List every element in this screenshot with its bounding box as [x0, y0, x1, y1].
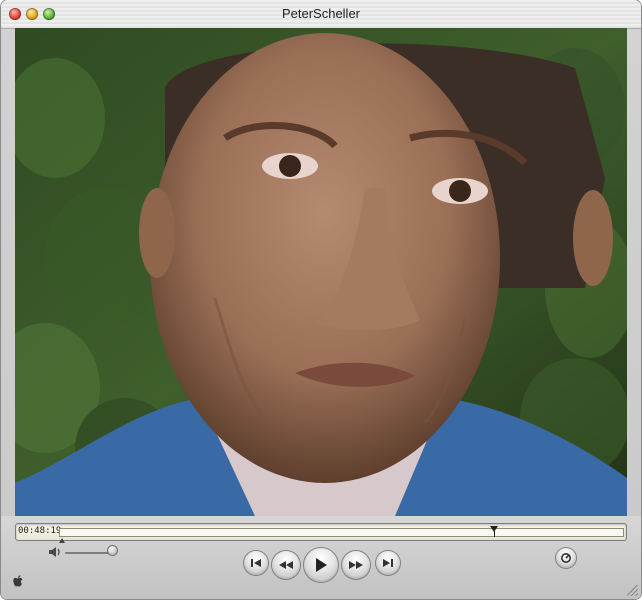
fast-forward-button[interactable]: [342, 551, 370, 579]
window-title: PeterScheller: [281, 6, 361, 21]
play-icon: [316, 558, 327, 572]
skip-back-button[interactable]: [244, 551, 268, 575]
time-display: 00:48:19: [18, 526, 62, 536]
adjustments-icon: [561, 553, 571, 563]
video-image: [15, 28, 627, 516]
rewind-icon: [279, 561, 293, 569]
fast-forward-icon: [349, 561, 363, 569]
adjustments-button[interactable]: [556, 548, 576, 568]
skip-forward-icon: [383, 559, 393, 567]
controller-bar: 00:48:19: [1, 516, 641, 599]
selection-start-marker[interactable]: [59, 538, 65, 543]
playhead-stem: [494, 531, 495, 537]
volume-slider[interactable]: [65, 552, 113, 554]
rewind-button[interactable]: [272, 551, 300, 579]
video-frame[interactable]: [15, 28, 627, 516]
player-window: PeterScheller 00:48:19: [1, 0, 641, 599]
speaker-icon[interactable]: [48, 546, 62, 558]
title-bar[interactable]: PeterScheller: [1, 0, 641, 29]
resize-grip[interactable]: [627, 585, 638, 596]
skip-back-icon: [251, 559, 261, 567]
apple-icon: [13, 575, 24, 588]
skip-forward-button[interactable]: [376, 551, 400, 575]
timeline[interactable]: 00:48:19: [15, 523, 627, 543]
scrubber-track[interactable]: [59, 528, 624, 537]
play-button[interactable]: [304, 548, 338, 582]
volume-knob[interactable]: [108, 546, 117, 555]
